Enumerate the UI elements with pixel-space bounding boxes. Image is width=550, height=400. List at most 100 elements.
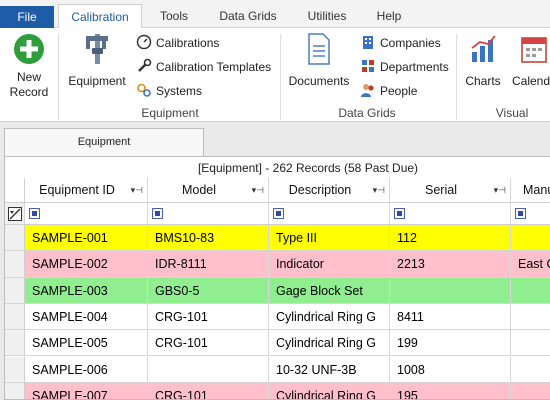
cell-manufacturer[interactable]	[511, 277, 550, 304]
cell-manufacturer[interactable]	[511, 330, 550, 357]
cell-manufacturer[interactable]: East Coast	[511, 251, 550, 278]
cell-model[interactable]: IDR-8111	[148, 251, 269, 278]
cell-model[interactable]: BMS10-83	[148, 225, 269, 252]
cell-equipment-id[interactable]: SAMPLE-007	[25, 382, 148, 399]
filter-operator-icon[interactable]	[152, 208, 163, 219]
cell-equipment-id[interactable]: SAMPLE-002	[25, 251, 148, 278]
cell-equipment-id[interactable]: SAMPLE-001	[25, 225, 148, 252]
cell-serial[interactable]: 2213	[390, 251, 511, 278]
gauge-icon	[136, 34, 152, 50]
cell-model[interactable]: CRG-101	[148, 303, 269, 331]
row-selector[interactable]	[5, 277, 25, 304]
companies-button[interactable]: Companies	[360, 33, 441, 53]
equipment-button[interactable]: Equipment	[64, 32, 130, 89]
row-selector[interactable]	[5, 356, 25, 383]
calendar-label: Calendar	[512, 74, 550, 88]
cell-serial[interactable]: 112	[390, 225, 511, 252]
cell-manufacturer[interactable]	[511, 225, 550, 252]
people-button[interactable]: People	[360, 81, 417, 101]
departments-label: Departments	[380, 60, 449, 74]
systems-button[interactable]: Systems	[136, 81, 202, 101]
cell-model[interactable]: CRG-101	[148, 382, 269, 399]
table-row[interactable]: SAMPLE-002IDR-8111Indicator2213East Coas…	[5, 251, 550, 278]
cell-description[interactable]: Gage Block Set	[269, 277, 390, 304]
menu-tab-utilities[interactable]: Utilities	[296, 4, 358, 28]
row-selector[interactable]	[5, 251, 25, 278]
charts-button[interactable]: Charts	[462, 32, 504, 89]
charts-label: Charts	[465, 74, 501, 88]
table-row[interactable]: SAMPLE-005 CRG-101 Cylindrical Ring G 199	[5, 330, 550, 357]
calendar-button[interactable]: Calendar	[508, 32, 550, 89]
cell-model[interactable]: GBS0-5	[148, 277, 269, 304]
filter-operator-icon[interactable]	[29, 208, 40, 219]
cell-equipment-id[interactable]: SAMPLE-005	[25, 330, 148, 357]
column-header-serial[interactable]: Serial ▾⊣	[390, 178, 511, 203]
cell-description[interactable]: Cylindrical Ring G	[269, 330, 390, 357]
new-record-button[interactable]: New Record	[4, 32, 54, 100]
row-selector[interactable]	[5, 225, 25, 252]
cell-description[interactable]: Type III	[269, 225, 390, 252]
cell-serial[interactable]: 8411	[390, 303, 511, 331]
cell-equipment-id[interactable]: SAMPLE-006	[25, 356, 148, 383]
column-pin-icon[interactable]: ▾⊣	[252, 178, 264, 202]
documents-button[interactable]: Documents	[286, 32, 352, 89]
cell-serial[interactable]	[390, 277, 511, 304]
row-selector[interactable]	[5, 330, 25, 357]
table-row[interactable]: SAMPLE-004 CRG-101 Cylindrical Ring G 8411	[5, 303, 550, 331]
filter-operator-icon[interactable]	[515, 208, 526, 219]
visual-group-label: Visual	[495, 106, 529, 120]
header-spacer	[5, 178, 25, 203]
row-selector[interactable]	[5, 382, 25, 399]
filter-cell-serial[interactable]	[390, 203, 511, 225]
filter-operator-icon[interactable]	[394, 208, 405, 219]
table-row[interactable]: SAMPLE-003 GBS0-5 Gage Block Set	[5, 277, 550, 304]
menu-tab-data-grids[interactable]: Data Grids	[210, 4, 286, 28]
filter-cell-model[interactable]	[148, 203, 269, 225]
departments-button[interactable]: Departments	[360, 57, 449, 77]
column-header-description[interactable]: Description ▾⊣	[269, 178, 390, 203]
filter-row-selector[interactable]	[5, 203, 25, 225]
cell-serial[interactable]: 199	[390, 330, 511, 357]
filter-cell-description[interactable]	[269, 203, 390, 225]
column-pin-icon[interactable]: ▾⊣	[131, 178, 143, 202]
document-tab-equipment[interactable]: Equipment	[4, 128, 204, 156]
column-pin-icon[interactable]: ▾⊣	[373, 178, 385, 202]
menu-tab-tools[interactable]: Tools	[148, 4, 200, 28]
equipment-label: Equipment	[68, 74, 126, 88]
filter-cell-manufacturer[interactable]	[511, 203, 550, 225]
wrench-icon	[138, 58, 152, 72]
menu-tab-calibration[interactable]: Calibration	[58, 4, 142, 29]
row-selector[interactable]	[5, 303, 25, 331]
table-row[interactable]: SAMPLE-006 10-32 UNF-3B 1008	[5, 356, 550, 383]
cell-description[interactable]: Indicator	[269, 251, 390, 278]
cell-manufacturer[interactable]	[511, 356, 550, 383]
new-record-label: New Record	[9, 70, 49, 99]
table-row[interactable]: SAMPLE-007 CRG-101 Cylindrical Ring G 195	[5, 382, 550, 399]
menu-tab-help[interactable]: Help	[366, 4, 412, 28]
cell-description[interactable]: Cylindrical Ring G	[269, 382, 390, 399]
column-pin-icon[interactable]: ▾⊣	[494, 178, 506, 202]
calibrations-button[interactable]: Calibrations	[136, 33, 219, 53]
menu-tab-file[interactable]: File	[0, 6, 54, 28]
cell-equipment-id[interactable]: SAMPLE-004	[25, 303, 148, 331]
cell-equipment-id[interactable]: SAMPLE-003	[25, 277, 148, 304]
cell-manufacturer[interactable]	[511, 303, 550, 331]
calibration-templates-button[interactable]: Calibration Templates	[136, 57, 271, 77]
filter-cell-equipment-id[interactable]	[25, 203, 148, 225]
departments-icon	[362, 60, 374, 72]
systems-label: Systems	[156, 84, 203, 98]
column-header-equipment-id[interactable]: Equipment ID ▾⊣	[25, 178, 148, 203]
cell-description[interactable]: Cylindrical Ring G	[269, 303, 390, 331]
filter-operator-icon[interactable]	[273, 208, 284, 219]
gears-icon	[137, 83, 151, 97]
column-header-manufacturer[interactable]: Manufacturer	[511, 178, 550, 203]
cell-serial[interactable]: 1008	[390, 356, 511, 383]
caliper-icon	[86, 34, 108, 64]
cell-model[interactable]: CRG-101	[148, 330, 269, 357]
cell-serial[interactable]: 195	[390, 382, 511, 399]
cell-model[interactable]	[148, 356, 269, 383]
cell-description[interactable]: 10-32 UNF-3B	[269, 356, 390, 383]
column-header-model[interactable]: Model ▾⊣	[148, 178, 269, 203]
table-row[interactable]: SAMPLE-001 BMS10-83 Type III 112	[5, 225, 550, 252]
cell-manufacturer[interactable]	[511, 382, 550, 399]
